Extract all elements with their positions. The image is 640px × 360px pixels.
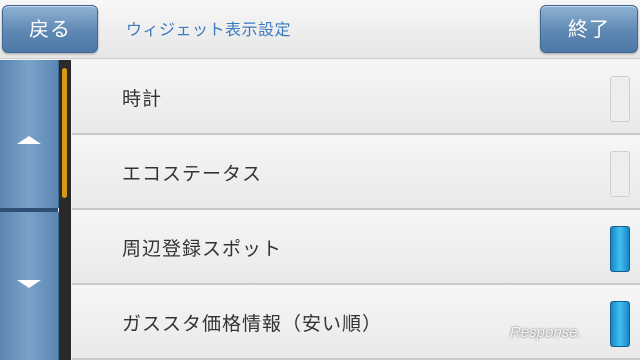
widget-list: 時計 エコステータス 周辺登録スポット ガススタ価格情報（安い順） [72, 60, 640, 360]
scroll-controls [0, 60, 59, 360]
list-item-label: エコステータス [122, 163, 263, 185]
page-title: ウィジェット表示設定 [126, 20, 292, 39]
list-item-label: ガススタ価格情報（安い順） [122, 313, 383, 335]
scroll-down-button[interactable] [0, 212, 59, 360]
watermark-logo: Response. [510, 324, 582, 341]
toggle-checkbox[interactable] [610, 151, 630, 197]
toggle-checkbox[interactable] [610, 301, 630, 347]
list-item-label: 時計 [122, 88, 163, 110]
widget-display-settings-screen: 戻る ウィジェット表示設定 終了 時計 エコステータス 周辺登録スポット ガスス… [0, 0, 640, 360]
chevron-up-icon [17, 136, 41, 144]
exit-button[interactable]: 終了 [540, 5, 638, 53]
list-item-clock[interactable]: 時計 [72, 60, 640, 135]
chevron-down-icon [17, 280, 41, 288]
scroll-up-button[interactable] [0, 60, 59, 208]
toggle-checkbox[interactable] [610, 226, 630, 272]
back-button[interactable]: 戻る [2, 5, 98, 53]
list-item-gas-prices[interactable]: ガススタ価格情報（安い順） [72, 285, 640, 360]
header-bar: 戻る ウィジェット表示設定 終了 [0, 0, 640, 59]
scrollbar-thumb[interactable] [62, 68, 67, 198]
list-item-nearby-spots[interactable]: 周辺登録スポット [72, 210, 640, 285]
scrollbar-track[interactable] [59, 60, 71, 360]
list-item-eco-status[interactable]: エコステータス [72, 135, 640, 210]
list-item-label: 周辺登録スポット [122, 238, 283, 260]
toggle-checkbox[interactable] [610, 76, 630, 122]
